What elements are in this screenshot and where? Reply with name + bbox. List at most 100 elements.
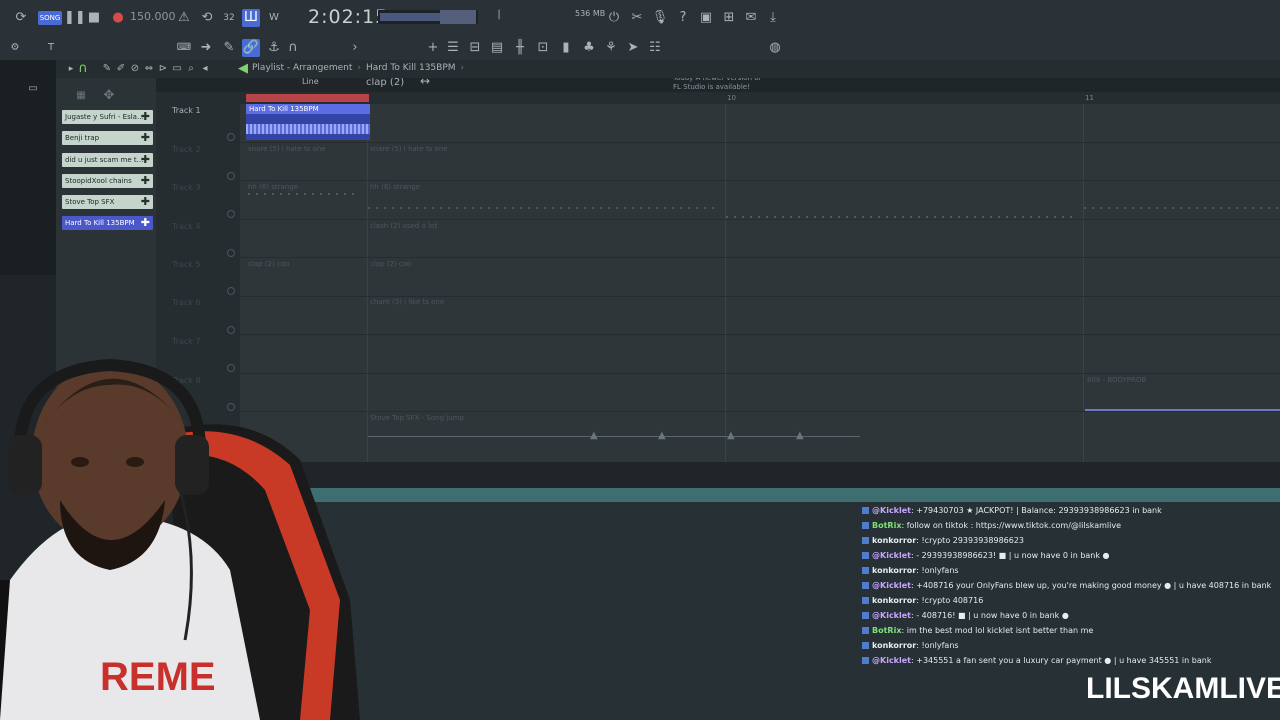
channel-rack-icon[interactable]: ▤ <box>488 39 506 57</box>
mixer-faders-icon[interactable]: ╫ <box>511 39 529 57</box>
grid-icon[interactable]: ▦ <box>72 87 90 105</box>
piano-roll-icon[interactable]: ⊟ <box>466 39 484 57</box>
folder-icon[interactable]: ▭ <box>24 80 42 98</box>
plugin-icon[interactable]: ♣ <box>580 39 598 57</box>
microphone-icon[interactable]: 🎙 <box>651 9 669 27</box>
pattern-clip[interactable]: hh (6) strange <box>370 183 420 191</box>
clip-item[interactable]: Benji trap ✚ <box>62 131 153 145</box>
add-clip-icon[interactable]: ✚ <box>141 195 150 209</box>
play-icon[interactable]: ❚❚ <box>64 9 86 27</box>
speaker-icon[interactable]: ◀ <box>234 60 252 78</box>
track-label[interactable]: Track 4 <box>172 222 201 231</box>
track-mute-led[interactable] <box>227 287 235 295</box>
tempo-display[interactable]: 150.000 <box>130 10 176 23</box>
clip-item-selected[interactable]: Hard To Kill 135BPM ✚ <box>62 216 153 230</box>
stop-icon[interactable]: ■ <box>85 9 103 27</box>
browser-icon[interactable]: ▮ <box>557 39 575 57</box>
playlist-title[interactable]: Playlist - Arrangement <box>252 63 352 73</box>
pattern-clip[interactable]: 808 - BODYPROB <box>1087 376 1146 384</box>
playback-tool-icon[interactable]: ◂ <box>196 60 214 78</box>
add-clip-icon[interactable]: ✚ <box>141 110 150 124</box>
pattern-clip[interactable]: hh (6) strange <box>248 183 298 191</box>
link-icon[interactable]: 🔗 <box>242 39 260 57</box>
chat-username[interactable]: @Kicklet <box>872 611 911 620</box>
arrow-right-small-icon[interactable]: › <box>346 39 364 57</box>
help-icon[interactable]: ? <box>674 9 692 27</box>
track-label[interactable]: Track 6 <box>172 298 201 307</box>
brush-icon[interactable]: ⚘ <box>602 39 620 57</box>
power-icon[interactable]: ⏻ <box>605 9 623 27</box>
clip-item[interactable]: Stove Top SFX ✚ <box>62 195 153 209</box>
pattern-clip[interactable]: Stove Top SFX - Song jump <box>370 414 464 422</box>
chat-username[interactable]: @Kicklet <box>872 581 911 590</box>
download-icon[interactable]: ⤓ <box>764 9 782 27</box>
magnet-icon[interactable]: ∩ <box>284 39 302 57</box>
clip-item[interactable]: Jugaste y Sufri - Esla... ✚ <box>62 110 153 124</box>
network-icon[interactable]: ⊡ <box>534 39 552 57</box>
loop-record-icon[interactable]: ⟲ <box>198 9 216 27</box>
mixer-icon[interactable]: ⊞ <box>720 9 738 27</box>
settings-icon[interactable]: ⚙ <box>6 39 24 57</box>
add-pattern-icon[interactable]: + <box>424 39 442 57</box>
arrow-right-icon[interactable]: ➜ <box>197 39 215 57</box>
add-clip-icon[interactable]: ✚ <box>141 153 150 167</box>
timeline-ruler[interactable] <box>240 92 1280 104</box>
chat-username[interactable]: @Kicklet <box>872 506 911 515</box>
arrangement-name[interactable]: Hard To Kill 135BPM <box>366 63 456 73</box>
globe-icon[interactable]: ◍ <box>766 39 784 57</box>
snap-magnet-icon[interactable]: ∩ <box>74 60 92 78</box>
track-mute-led[interactable] <box>227 249 235 257</box>
track-label[interactable]: Track 1 <box>172 106 201 115</box>
chat-username[interactable]: konkorror <box>872 566 916 575</box>
pattern-clip[interactable]: clash (2) used a lot <box>370 222 437 230</box>
track-mute-led[interactable] <box>227 326 235 334</box>
track-mute-led[interactable] <box>227 133 235 141</box>
record-icon[interactable]: ● <box>109 9 127 27</box>
refresh-icon[interactable]: ⟳ <box>12 9 30 27</box>
keyboard-icon[interactable]: ⌨ <box>175 39 193 57</box>
track-label[interactable]: Track 5 <box>172 260 201 269</box>
metronome-icon[interactable]: ⚠ <box>175 9 193 27</box>
snap-mode[interactable]: Line <box>302 77 319 86</box>
track-lane[interactable] <box>240 335 1280 374</box>
send-icon[interactable]: ➤ <box>624 39 642 57</box>
clip-item[interactable]: StoopidXool chains ✚ <box>62 174 153 188</box>
add-clip-icon[interactable]: ✚ <box>141 131 150 145</box>
loop-marker[interactable] <box>246 94 369 102</box>
chat-username[interactable]: @Kicklet <box>872 551 911 560</box>
track-lane[interactable] <box>240 104 1280 143</box>
track-mute-led[interactable] <box>227 172 235 180</box>
pattern-clip[interactable]: clap (2) coo <box>248 260 289 268</box>
pattern-clip[interactable]: clap (2) coo <box>370 260 411 268</box>
pattern-clip[interactable]: snare (5) i hate ts one <box>370 145 448 153</box>
menu-icon[interactable]: ☷ <box>646 39 664 57</box>
tools-icon[interactable]: T <box>42 39 60 57</box>
add-clip-icon[interactable]: ✚ <box>141 216 150 230</box>
stamp-icon[interactable]: ⚓ <box>265 39 283 57</box>
song-mode-toggle[interactable]: SONG <box>38 11 62 25</box>
move-icon[interactable]: ✥ <box>100 87 118 105</box>
chat-username[interactable]: @Kicklet <box>872 656 911 665</box>
chat-username[interactable]: konkorror <box>872 536 916 545</box>
track-mute-led[interactable] <box>227 210 235 218</box>
chat-username[interactable]: BotRix <box>872 626 901 635</box>
playlist-icon[interactable]: ☰ <box>444 39 462 57</box>
pencil-icon[interactable]: ✎ <box>220 39 238 57</box>
chat-username[interactable]: konkorror <box>872 596 916 605</box>
chat-username[interactable]: konkorror <box>872 641 916 650</box>
clip-item[interactable]: did u just scam me t... ✚ <box>62 153 153 167</box>
track-label[interactable]: Track 3 <box>172 183 201 192</box>
save-icon[interactable]: ▣ <box>697 9 715 27</box>
add-clip-icon[interactable]: ✚ <box>141 174 150 188</box>
cut-icon[interactable]: ✂ <box>628 9 646 27</box>
track-label[interactable]: Track 2 <box>172 145 201 154</box>
pattern-clip[interactable]: chant (3) i like ts one <box>370 298 444 306</box>
audio-clip[interactable]: Hard To Kill 135BPM <box>246 104 370 140</box>
panel-header[interactable] <box>290 488 1280 502</box>
chat-icon[interactable]: ✉ <box>742 9 760 27</box>
step-edit-icon[interactable]: 32 <box>220 9 238 27</box>
chat-username[interactable]: BotRix <box>872 521 901 530</box>
wait-icon[interactable]: W <box>265 9 283 27</box>
pattern-clip[interactable]: snare (5) i hate ts one <box>248 145 326 153</box>
snap-icon[interactable]: Ш <box>242 9 260 27</box>
